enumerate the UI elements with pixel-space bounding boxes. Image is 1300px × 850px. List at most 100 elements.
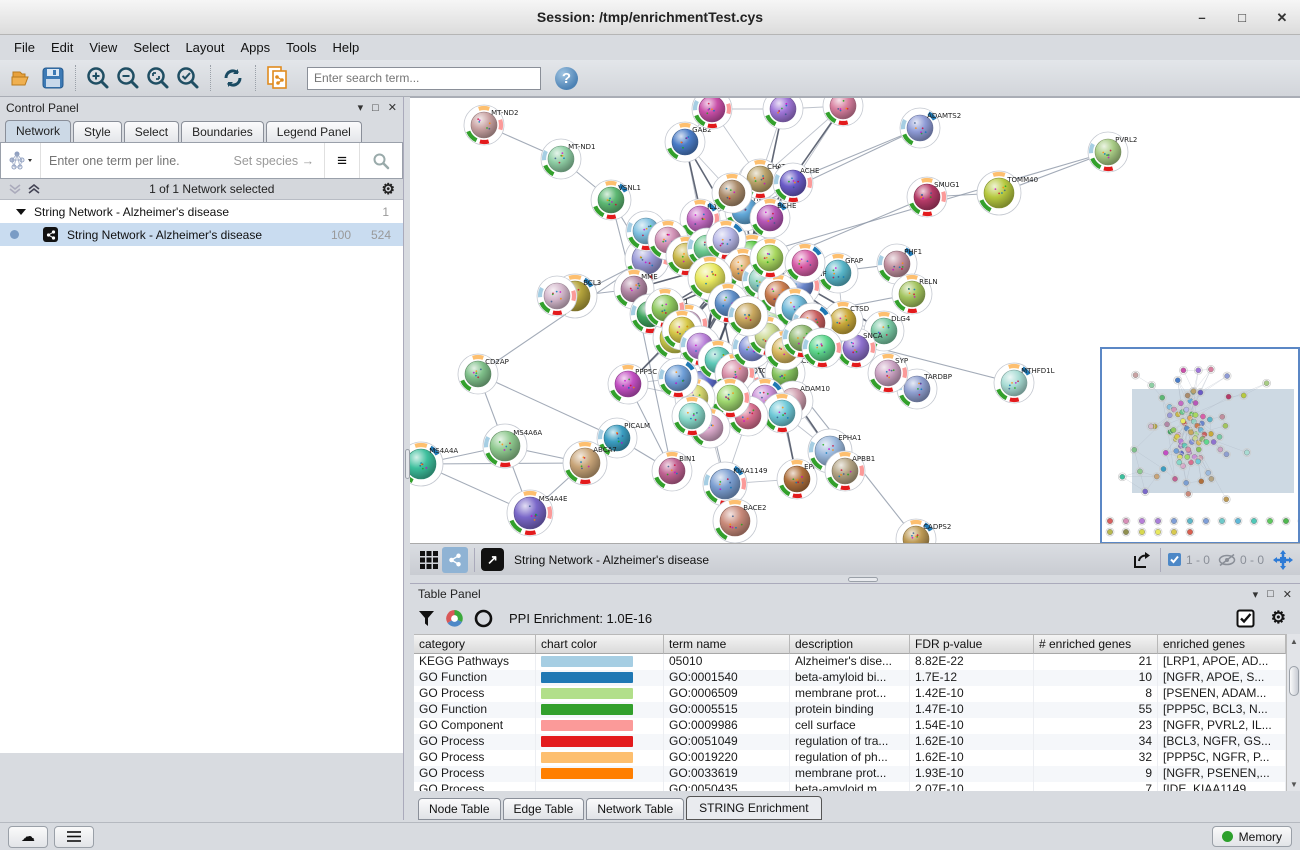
table-row[interactable]: GO ProcessGO:0006509membrane prot...1.42… <box>414 686 1286 702</box>
string-term-input[interactable] <box>41 154 233 168</box>
tab-style[interactable]: Style <box>73 121 122 142</box>
menu-help[interactable]: Help <box>325 37 368 58</box>
search-input[interactable] <box>307 67 541 90</box>
network-from-file-button[interactable] <box>263 63 293 93</box>
network-node[interactable] <box>750 238 790 278</box>
network-node-apbb1[interactable]: APBB1 <box>825 451 875 491</box>
network-node[interactable] <box>537 276 577 316</box>
network-node-abca7[interactable]: ABCA7 <box>563 441 617 485</box>
ring-chart-icon[interactable] <box>474 609 493 628</box>
column-header-enriched-genes[interactable]: enriched genes <box>1158 634 1286 654</box>
table-settings-gear-icon[interactable]: ⚙ <box>1271 608 1286 628</box>
menu-file[interactable]: File <box>6 37 43 58</box>
tab-edge-table[interactable]: Edge Table <box>503 798 585 820</box>
network-node-smug1[interactable]: SMUG1 <box>907 177 960 217</box>
menu-apps[interactable]: Apps <box>233 37 279 58</box>
network-node-ms4a6a[interactable]: MS4A6A <box>483 424 542 468</box>
network-node[interactable] <box>802 328 842 368</box>
network-node-pvrl2[interactable]: PVRL2 <box>1088 132 1137 172</box>
column-header-FDR-p-value[interactable]: FDR p-value <box>910 634 1034 654</box>
grid-view-button[interactable] <box>416 547 442 573</box>
network-node-reln[interactable]: RELN <box>892 274 938 314</box>
table-row[interactable]: GO ProcessGO:0019220regulation of ph...1… <box>414 750 1286 766</box>
network-node-adamts2[interactable]: ADAMTS2 <box>900 108 961 148</box>
menu-select[interactable]: Select <box>125 37 177 58</box>
column-header--enriched-genes[interactable]: # enriched genes <box>1034 634 1158 654</box>
filter-funnel-icon[interactable] <box>418 610 435 627</box>
network-node[interactable] <box>728 296 768 336</box>
panel-menu-icon[interactable]: ▾ <box>358 101 364 114</box>
table-panel-float-icon[interactable]: □ <box>1267 588 1274 600</box>
help-button[interactable]: ? <box>555 67 578 90</box>
menu-edit[interactable]: Edit <box>43 37 81 58</box>
expand-all-icon[interactable] <box>27 182 42 196</box>
horizontal-splitter[interactable] <box>410 575 1300 583</box>
memory-button[interactable]: Memory <box>1212 826 1292 847</box>
divider-grip[interactable] <box>405 449 410 479</box>
network-node-ppp5c[interactable]: PPP5C <box>608 364 657 404</box>
tab-network-table[interactable]: Network Table <box>586 798 684 820</box>
menu-layout[interactable]: Layout <box>177 37 232 58</box>
tab-network[interactable]: Network <box>5 120 71 142</box>
export-network-button[interactable] <box>1128 547 1154 573</box>
network-node-ache[interactable]: ACHE <box>773 163 819 203</box>
network-row[interactable]: String Network - Alzheimer's disease 100… <box>0 223 403 246</box>
network-node-syp[interactable]: SYP <box>868 353 908 393</box>
table-row[interactable]: GO ComponentGO:0009986cell surface1.54E-… <box>414 718 1286 734</box>
network-node-ms4a4e[interactable]: MS4A4E <box>507 490 567 536</box>
splitter-grip[interactable] <box>848 577 878 582</box>
task-history-button[interactable] <box>54 826 94 848</box>
table-panel-close-icon[interactable]: ✕ <box>1283 588 1292 601</box>
network-node-mthfd1l[interactable]: MTHFD1L <box>994 363 1055 403</box>
network-node[interactable] <box>712 173 752 213</box>
network-node[interactable] <box>672 396 712 436</box>
column-header-term-name[interactable]: term name <box>664 634 790 654</box>
tab-string-enrichment[interactable]: STRING Enrichment <box>686 796 821 820</box>
column-header-chart-color[interactable]: chart color <box>536 634 664 654</box>
maximize-button[interactable]: □ <box>1234 10 1250 26</box>
network-node-cd2ap[interactable]: CD2AP <box>458 354 509 394</box>
scroll-up-icon[interactable]: ▲ <box>1288 635 1300 647</box>
tab-select[interactable]: Select <box>124 121 179 142</box>
zoom-in-button[interactable] <box>83 63 113 93</box>
tab-boundaries[interactable]: Boundaries <box>181 121 264 142</box>
zoom-selected-button[interactable] <box>173 63 203 93</box>
table-row[interactable]: GO ProcessGO:0033619membrane prot...1.93… <box>414 766 1286 782</box>
refresh-button[interactable] <box>218 63 248 93</box>
menu-view[interactable]: View <box>81 37 125 58</box>
network-node-cadps2[interactable]: CADPS2 <box>896 519 951 543</box>
tab-node-table[interactable]: Node Table <box>418 798 501 820</box>
network-node[interactable] <box>658 358 698 398</box>
scroll-down-icon[interactable]: ▼ <box>1288 778 1300 790</box>
network-node-mt-nd2[interactable]: MT-ND2 <box>464 105 518 145</box>
network-panel-gear-icon[interactable]: ⚙ <box>382 180 395 198</box>
menu-tools[interactable]: Tools <box>278 37 324 58</box>
network-canvas[interactable]: MT-ND2MT-ND1VSNL1GAB2ADAMTS2SMUG1TOMM40P… <box>410 97 1300 543</box>
network-node[interactable] <box>785 243 825 283</box>
string-source-selector[interactable] <box>1 143 41 178</box>
column-header-description[interactable]: description <box>790 634 910 654</box>
table-row[interactable]: GO FunctionGO:0005515protein binding1.47… <box>414 702 1286 718</box>
collapse-triangle-icon[interactable] <box>16 209 26 215</box>
scrollbar-thumb[interactable] <box>1289 666 1299 696</box>
pie-chart-icon[interactable] <box>445 609 464 628</box>
panel-close-icon[interactable]: ✕ <box>388 101 397 114</box>
network-node-bin1[interactable]: BIN1 <box>652 451 696 491</box>
cloud-tasks-button[interactable]: ☁ <box>8 826 48 848</box>
table-row[interactable]: GO ProcessGO:0050435beta-amyloid m...2.0… <box>414 782 1286 791</box>
panel-float-icon[interactable]: □ <box>372 102 379 114</box>
network-node[interactable] <box>692 98 732 129</box>
table-vertical-scrollbar[interactable]: ▲ ▼ <box>1286 634 1300 791</box>
table-panel-menu-icon[interactable]: ▾ <box>1253 588 1259 601</box>
birds-eye-overview[interactable] <box>1100 347 1300 543</box>
minimize-button[interactable]: – <box>1194 10 1210 26</box>
table-row[interactable]: GO FunctionGO:0001540beta-amyloid bi...1… <box>414 670 1286 686</box>
network-node[interactable] <box>823 98 863 126</box>
save-session-button[interactable] <box>38 63 68 93</box>
tab-legend-panel[interactable]: Legend Panel <box>266 121 362 142</box>
table-row[interactable]: GO ProcessGO:0051049regulation of tra...… <box>414 734 1286 750</box>
zoom-out-button[interactable] <box>113 63 143 93</box>
open-in-string-button[interactable]: ↗ <box>481 548 504 571</box>
zoom-fit-button[interactable] <box>143 63 173 93</box>
network-collection-row[interactable]: String Network - Alzheimer's disease 1 <box>0 200 403 223</box>
